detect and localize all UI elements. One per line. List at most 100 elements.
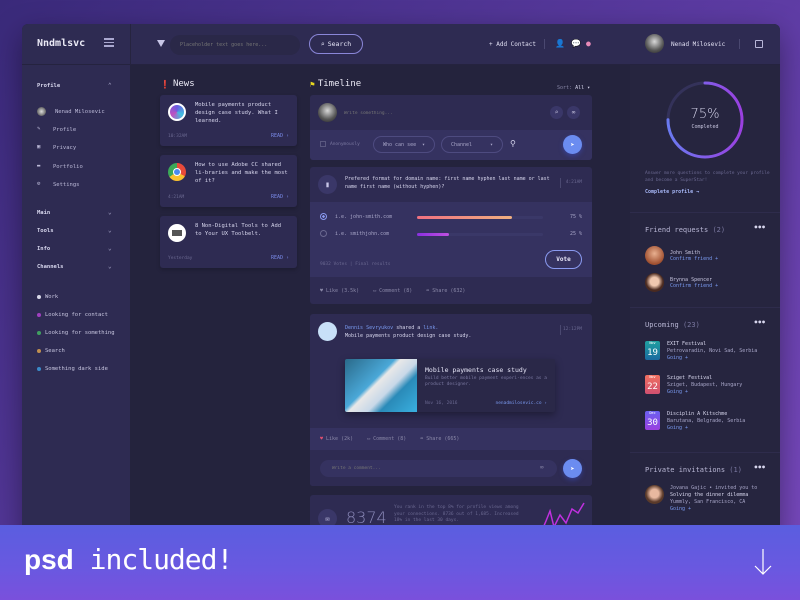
invitation-item[interactable]: Jovana Gajic • invited you to Solving th… [645,485,757,513]
sidebar-item-privacy[interactable]: ▣ Privacy [37,144,76,151]
sidebar-group-channels[interactable]: Channels [37,264,64,270]
send-post-button[interactable]: ➤ [563,135,582,154]
private-invitations-title: Private invitations (1) [645,466,742,474]
complete-profile-link[interactable]: Complete profile → [645,189,699,195]
app-window: Nndmlsvc ⌕Search + Add Contact 👤 💬 ● Nen… [22,24,780,544]
progress-sub: Completed [691,124,719,130]
add-user-icon[interactable]: 👤 [555,39,565,48]
event-item[interactable]: Dec 30 Disciplin A Kitschme Barutana, Belg… [645,411,745,432]
avatar [645,273,664,292]
confirm-friend-link[interactable]: Confirm friend + [670,283,718,289]
comment-button[interactable]: ▭ Comment (8) [367,436,406,442]
exclamation-icon: ❗ [160,79,170,89]
filter-icon[interactable] [157,40,165,47]
divider [560,178,561,188]
more-icon[interactable]: ••• [754,463,766,472]
brand-logo[interactable]: Nndmlsvc [37,38,85,49]
poll-question: Prefered format for domain name: first n… [345,176,550,190]
channel-work[interactable]: Work [37,294,58,300]
attach-icon[interactable]: ∞ [540,464,544,471]
link-icon[interactable]: ∞ [567,106,580,119]
channel-looking-for-something[interactable]: Looking for something [37,330,115,336]
sidebar-group-tools[interactable]: Tools [37,228,54,234]
going-link[interactable]: Going + [667,355,757,362]
chevron-down-icon[interactable]: ⌄ [108,263,112,270]
news-item[interactable]: 8 Non-Digital Tools to Add to Your UX To… [160,216,297,268]
author-link[interactable]: Dennis Sevryukov [345,325,393,331]
like-button[interactable]: ♥ Like (2k) [320,436,353,442]
chevron-down-icon[interactable]: ⌄ [108,209,112,216]
chevron-down-icon[interactable]: ⌄ [108,227,112,234]
search-icon: ⌕ [320,40,325,48]
friend-request-item: Brynna Spencer Confirm friend + [645,273,718,292]
search-input[interactable] [170,35,300,55]
channel-search[interactable]: Search [37,348,65,354]
going-link[interactable]: Going + [670,506,757,513]
who-can-see-dropdown[interactable]: Who can see ▾ [373,136,435,153]
location-pin-icon[interactable]: ⚲ [510,139,516,148]
going-link[interactable]: Going + [667,389,742,396]
friend-requests-section: Friend requests (2) ••• John Smith Confir… [630,212,780,307]
logout-icon[interactable] [755,40,763,48]
share-button[interactable]: ➦ Share (665) [420,436,459,442]
add-contact-button[interactable]: + Add Contact [489,41,536,48]
more-icon[interactable]: ••• [754,223,766,232]
sidebar-group-info[interactable]: Info [37,246,50,252]
sidebar-item-portfolio[interactable]: ▬ Portfolio [37,163,83,170]
sidebar-item-settings[interactable]: ⚙ Settings [37,181,80,188]
sidebar-group-main[interactable]: Main [37,210,50,216]
channel-dropdown[interactable]: Channel ▾ [441,136,503,153]
event-item[interactable]: Nov 19 EXIT Festival Petrovaradin, Novi Sa… [645,341,757,362]
confirm-friend-link[interactable]: Confirm friend + [670,256,718,262]
main-content: ❗ News Mobile payments product design cas… [130,65,630,544]
like-button[interactable]: ♥ Like (3.5k) [320,288,359,294]
more-icon[interactable]: ••• [754,318,766,327]
chat-icon[interactable]: 💬 [571,39,581,48]
comment-button[interactable]: ▭ Comment (8) [373,288,412,294]
link-card-url[interactable]: nenadmilosevic.co › [496,401,547,406]
read-link[interactable]: READ › [271,194,289,200]
comment-input[interactable] [320,460,557,477]
channel-dot-icon [37,313,41,317]
chevron-down-icon[interactable]: ⌄ [108,245,112,252]
share-icon: ➦ [426,288,430,294]
link-card-date: Nov 16, 2016 [425,401,458,406]
user-avatar[interactable] [645,34,664,53]
anonymously-checkbox[interactable]: Anonymously [320,141,360,147]
poll-option[interactable]: i.e. smithjohn.com [320,230,389,237]
post-input[interactable] [344,107,494,119]
sidebar-profile-heading[interactable]: Profile [37,83,60,89]
sidebar-item-profile[interactable]: ✎ Profile [37,126,76,133]
user-name[interactable]: Nenad Milosevic [671,41,725,48]
link-preview-card[interactable]: Mobile payments case study Build better … [345,359,555,412]
news-item[interactable]: How to use Adobe CC shared li-braries an… [160,155,297,207]
search-button[interactable]: ⌕ Search [309,34,363,54]
read-link[interactable]: READ › [271,133,289,139]
poll-actions: ♥ Like (3.5k) ▭ Comment (8) ➦ Share (632) [320,288,465,294]
search-icon[interactable]: ⌕ [550,106,563,119]
avatar [645,485,664,504]
list-menu-icon[interactable] [104,38,114,47]
arrow-down-icon[interactable] [753,547,773,577]
chevron-up-icon[interactable]: ⌃ [108,82,112,89]
composer-card: ⌕ ∞ Anonymously Who can see▾ Channel▾ ⚲ … [310,95,592,160]
news-item[interactable]: Mobile payments product design case stud… [160,95,297,146]
going-link[interactable]: Going + [667,425,745,432]
comment-icon: ▭ [373,288,377,294]
vote-button[interactable]: Vote [545,250,582,269]
channel-something-dark-side[interactable]: Something dark side [37,366,108,372]
read-link[interactable]: READ › [271,255,289,261]
send-comment-button[interactable]: ➤ [563,459,582,478]
share-button[interactable]: ➦ Share (632) [426,288,465,294]
calendar-icon: Dec 30 [645,411,660,430]
sort-dropdown[interactable]: Sort: All ▾ [557,85,590,91]
channel-looking-for-contact[interactable]: Looking for contact [37,312,108,318]
sidebar-item-user[interactable]: Nenad Milosevic [37,107,105,116]
poll-options: i.e. john-smith.com 75 % i.e. smithjohn.… [310,202,592,277]
poll-option[interactable]: i.e. john-smith.com [320,213,392,220]
event-item[interactable]: Nov 22 Sziget Festival Sziget, Budapest, H… [645,375,742,396]
link-word[interactable]: link. [423,325,438,331]
heart-icon: ♥ [320,288,324,294]
poll-bar-track [417,233,543,236]
notification-icon[interactable]: ● [586,39,591,48]
